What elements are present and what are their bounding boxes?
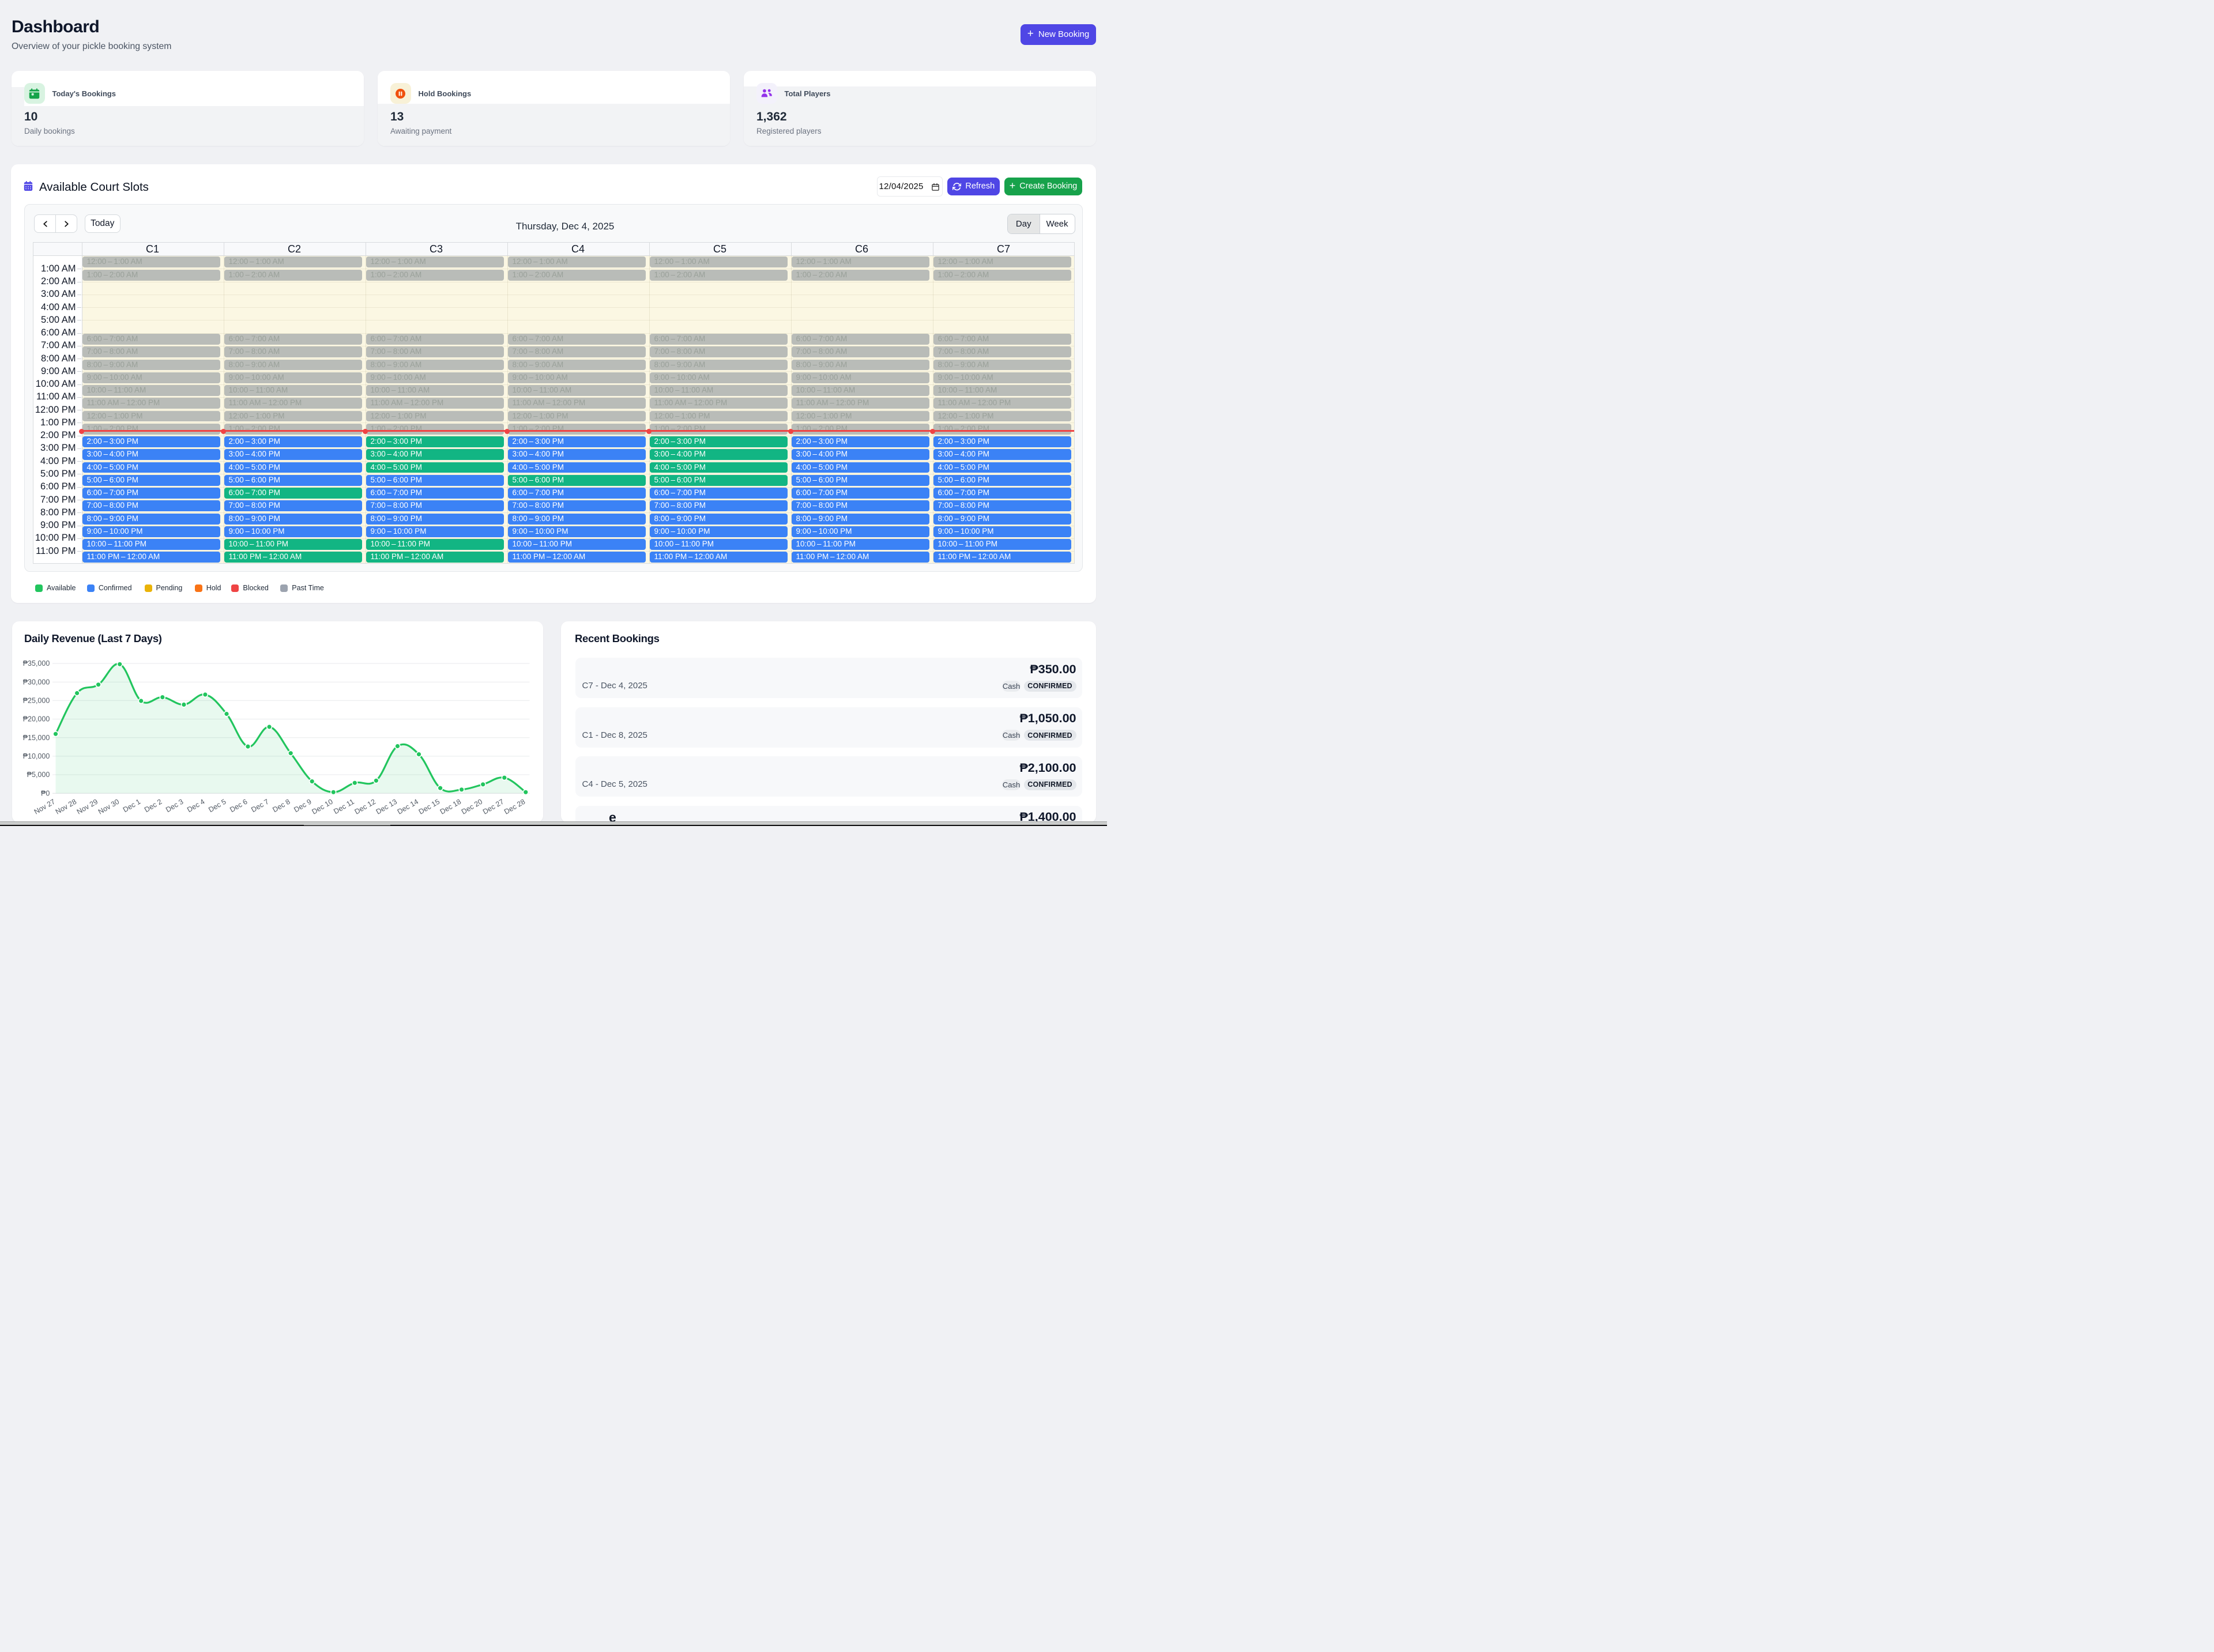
- svg-text:Dec 1: Dec 1: [122, 798, 142, 814]
- svg-text:Dec 8: Dec 8: [271, 798, 291, 814]
- svg-text:Nov 27: Nov 27: [33, 798, 57, 816]
- svg-text:Dec 14: Dec 14: [396, 798, 420, 816]
- svg-text:Nov 28: Nov 28: [54, 798, 78, 816]
- svg-text:Dec 4: Dec 4: [186, 798, 206, 814]
- svg-text:Nov 30: Nov 30: [97, 798, 121, 816]
- svg-text:₱30,000: ₱30,000: [23, 678, 50, 686]
- svg-text:Dec 10: Dec 10: [310, 798, 334, 816]
- svg-text:Nov 29: Nov 29: [76, 798, 99, 816]
- svg-text:₱20,000: ₱20,000: [23, 715, 50, 723]
- svg-text:₱0: ₱0: [41, 789, 50, 797]
- svg-text:Dec 13: Dec 13: [375, 798, 398, 816]
- svg-text:Dec 6: Dec 6: [228, 798, 248, 814]
- svg-text:Dec 20: Dec 20: [460, 798, 484, 816]
- svg-text:Dec 28: Dec 28: [503, 798, 526, 816]
- svg-text:₱5,000: ₱5,000: [27, 771, 50, 779]
- svg-text:Dec 11: Dec 11: [332, 798, 356, 816]
- svg-text:Dec 27: Dec 27: [481, 798, 505, 816]
- svg-text:₱15,000: ₱15,000: [23, 734, 50, 742]
- svg-text:Dec 18: Dec 18: [439, 798, 462, 816]
- svg-text:₱10,000: ₱10,000: [23, 752, 50, 760]
- svg-text:Dec 3: Dec 3: [164, 798, 184, 814]
- svg-text:Dec 12: Dec 12: [353, 798, 377, 816]
- svg-text:Dec 7: Dec 7: [250, 798, 270, 814]
- svg-text:Dec 2: Dec 2: [143, 798, 163, 814]
- svg-text:₱25,000: ₱25,000: [23, 697, 50, 705]
- svg-text:Dec 5: Dec 5: [207, 798, 227, 814]
- svg-text:Dec 15: Dec 15: [417, 798, 441, 816]
- svg-text:₱35,000: ₱35,000: [23, 659, 50, 667]
- svg-text:Dec 9: Dec 9: [292, 798, 312, 814]
